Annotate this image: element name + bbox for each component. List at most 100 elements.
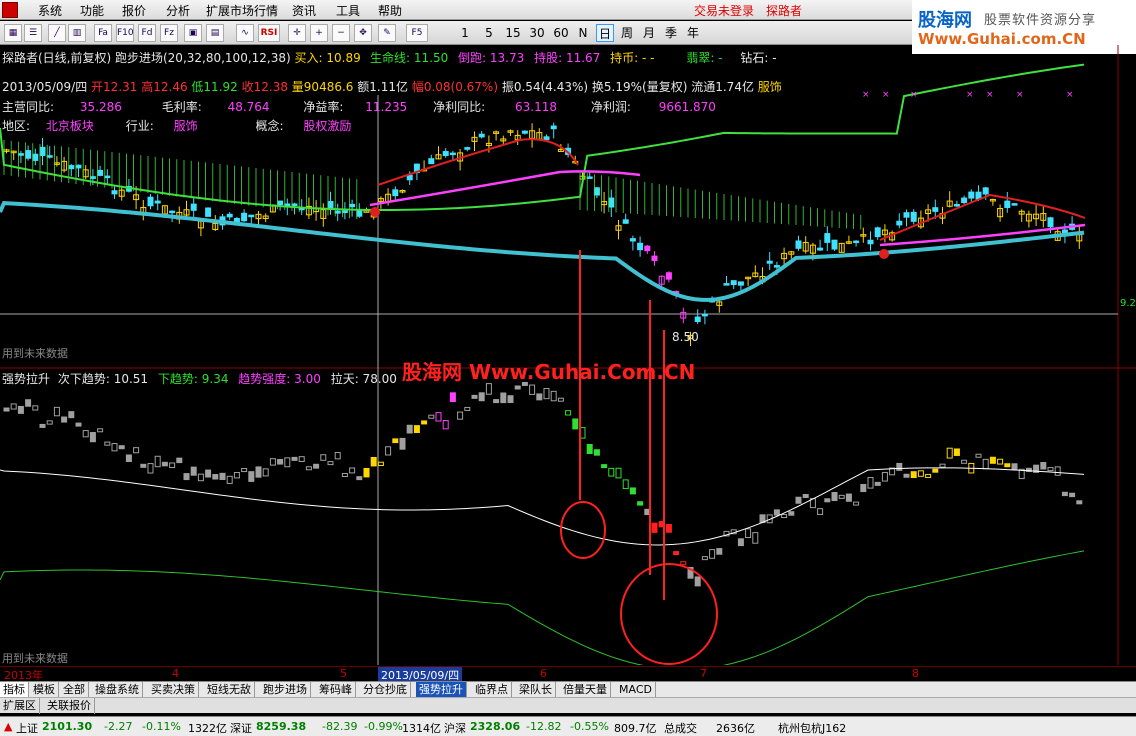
sub-tabs: 扩展区 关联报价 xyxy=(0,697,1136,714)
low-price-label: 8.50 xyxy=(672,330,699,344)
period-day[interactable]: 日 xyxy=(596,24,614,42)
chart-title: 探路者(日线,前复权) 跑步进场(20,32,80,100,12,38) xyxy=(2,51,291,65)
future-data-note-top: 用到未来数据 xyxy=(2,347,68,360)
crosshair-icon[interactable]: ✛ xyxy=(288,24,306,42)
period-1min[interactable]: 1 xyxy=(456,24,474,42)
period-year[interactable]: 年 xyxy=(684,24,702,42)
trend-strength-value: 趋势强度: 3.00 xyxy=(238,372,321,386)
period-season[interactable]: 季 xyxy=(662,24,680,42)
quote-amplitude: 振0.54(4.43%) xyxy=(501,80,589,94)
next-trend-value: 次下趋势: 10.51 xyxy=(57,372,149,386)
hs-amount: 809.7亿 xyxy=(614,722,657,735)
menu-quote[interactable]: 报价 xyxy=(122,2,146,19)
period-week[interactable]: 周 xyxy=(618,24,636,42)
status-bar: ▲ 上证 2101.30 -2.27 -0.11% 1322亿 深证 8259.… xyxy=(0,716,1136,736)
svg-text:×: × xyxy=(862,90,870,100)
finance-line: 主营同比: 35.286 毛利率: 48.764 净益率: 11.235 净利同… xyxy=(2,98,716,115)
bar-chart-icon[interactable]: ▥ xyxy=(68,24,86,42)
tab-bottom-fish[interactable]: 分仓抄底 xyxy=(360,682,411,698)
tab-template[interactable]: 模板 xyxy=(30,682,59,698)
svg-text:×: × xyxy=(966,90,974,100)
menu-function[interactable]: 功能 xyxy=(80,2,104,19)
menu-help[interactable]: 帮助 xyxy=(378,2,402,19)
profit-growth-value: 63.118 xyxy=(514,100,557,114)
f10-icon[interactable]: F10 xyxy=(116,24,134,42)
stock-name-link[interactable]: 探路者 xyxy=(766,2,802,19)
profit-label: 净利润: xyxy=(590,100,631,114)
tab-all[interactable]: 全部 xyxy=(60,682,89,698)
wave-icon[interactable]: ∿ xyxy=(236,24,254,42)
date-axis: 2013年 4 5 2013/05/09/四 6 7 8 xyxy=(0,666,1136,682)
fa-icon[interactable]: Fa xyxy=(94,24,112,42)
down-trend-value: 下趋势: 9.34 xyxy=(157,372,229,386)
roe-value: 11.235 xyxy=(365,100,408,114)
grid-icon[interactable]: ▦ xyxy=(4,24,22,42)
tab-strong-rise[interactable]: 强势拉升 xyxy=(416,682,467,698)
quote-line: 2013/05/09/四 开12.31 高12.46 低11.92 收12.38… xyxy=(2,78,782,95)
quote-low: 低11.92 xyxy=(191,80,238,94)
tab-macd[interactable]: MACD xyxy=(616,682,656,698)
menu-tools[interactable]: 工具 xyxy=(336,2,360,19)
tab-trading-system[interactable]: 操盘系统 xyxy=(92,682,143,698)
region-line: 地区: 北京板块 行业: 服饰 概念: 股权激励 xyxy=(2,117,351,134)
area-label: 地区: xyxy=(2,119,31,133)
total-label: 总成交 xyxy=(664,722,697,735)
quote-change: 幅0.08(0.67%) xyxy=(411,80,499,94)
sz-value: 8259.38 xyxy=(256,720,307,733)
app-logo-icon xyxy=(2,2,18,18)
period-60min[interactable]: 60 xyxy=(550,24,572,42)
indicator-title: 强势拉升 xyxy=(2,372,51,386)
quote-volume: 量90486.6 xyxy=(291,80,354,94)
menu-system[interactable]: 系统 xyxy=(38,2,62,19)
axis-selected-date: 2013/05/09/四 xyxy=(378,667,463,682)
hold-value: 持股: 11.67 xyxy=(534,51,601,65)
fz-icon[interactable]: Fz xyxy=(160,24,178,42)
tab-double-volume[interactable]: 倍量天量 xyxy=(560,682,611,698)
revenue-growth-value: 35.286 xyxy=(79,100,122,114)
sub-indicator-bars xyxy=(0,381,1085,665)
tab-run-in[interactable]: 跑步进场 xyxy=(260,682,311,698)
f5-button[interactable]: F5 xyxy=(406,24,428,42)
jade-value: 翡翠: - xyxy=(686,51,723,65)
tool-a-icon[interactable]: ▣ xyxy=(184,24,202,42)
holdcoin-value: 持币: - - xyxy=(610,51,655,65)
login-status-link[interactable]: 交易未登录 xyxy=(694,2,754,19)
period-15min[interactable]: 15 xyxy=(502,24,524,42)
quote-float: 流通1.74亿 xyxy=(691,80,754,94)
menu-news[interactable]: 资讯 xyxy=(292,2,316,19)
menu-analysis[interactable]: 分析 xyxy=(166,2,190,19)
axis-month-7: 7 xyxy=(700,667,707,680)
revenue-growth-label: 主营同比: xyxy=(2,100,55,114)
tab-extended-area[interactable]: 扩展区 xyxy=(0,698,40,714)
chart-line-icon[interactable]: ╱ xyxy=(48,24,66,42)
sz-label: 深证 xyxy=(230,722,252,735)
pencil-icon[interactable]: ✎ xyxy=(378,24,396,42)
list-icon[interactable]: ☰ xyxy=(24,24,42,42)
concept-value: 股权激励 xyxy=(303,119,352,133)
axis-month-4: 4 xyxy=(172,667,179,680)
zoom-out-icon[interactable]: − xyxy=(332,24,350,42)
industry-label: 行业: xyxy=(125,119,154,133)
period-30min[interactable]: 30 xyxy=(526,24,548,42)
tab-short-term[interactable]: 短线无敌 xyxy=(204,682,255,698)
axis-month-5: 5 xyxy=(340,667,347,680)
period-5min[interactable]: 5 xyxy=(480,24,498,42)
tab-chip-peak[interactable]: 筹码峰 xyxy=(316,682,356,698)
period-month[interactable]: 月 xyxy=(640,24,658,42)
fund-icon[interactable]: Fd xyxy=(138,24,156,42)
tab-related-quotes[interactable]: 关联报价 xyxy=(44,698,95,714)
move-icon[interactable]: ✥ xyxy=(354,24,372,42)
zoom-in-icon[interactable]: + xyxy=(310,24,328,42)
tab-indicator[interactable]: 指标 xyxy=(0,682,29,698)
tool-b-icon[interactable]: ▤ xyxy=(206,24,224,42)
profit-value: 9661.870 xyxy=(658,100,716,114)
tab-captain-liang[interactable]: 梁队长 xyxy=(516,682,556,698)
lifeline-value: 生命线: 11.50 xyxy=(370,51,449,65)
tab-critical-point[interactable]: 临界点 xyxy=(472,682,512,698)
stock-chart-area[interactable]: × × × × × × × xyxy=(0,45,1136,665)
period-n[interactable]: N xyxy=(574,24,592,42)
quote-close: 收12.38 xyxy=(241,80,288,94)
tab-buy-sell[interactable]: 买卖决策 xyxy=(148,682,199,698)
menu-extended-market[interactable]: 扩展市场行情 xyxy=(206,2,278,19)
rsi-button[interactable]: RSI xyxy=(258,24,280,42)
